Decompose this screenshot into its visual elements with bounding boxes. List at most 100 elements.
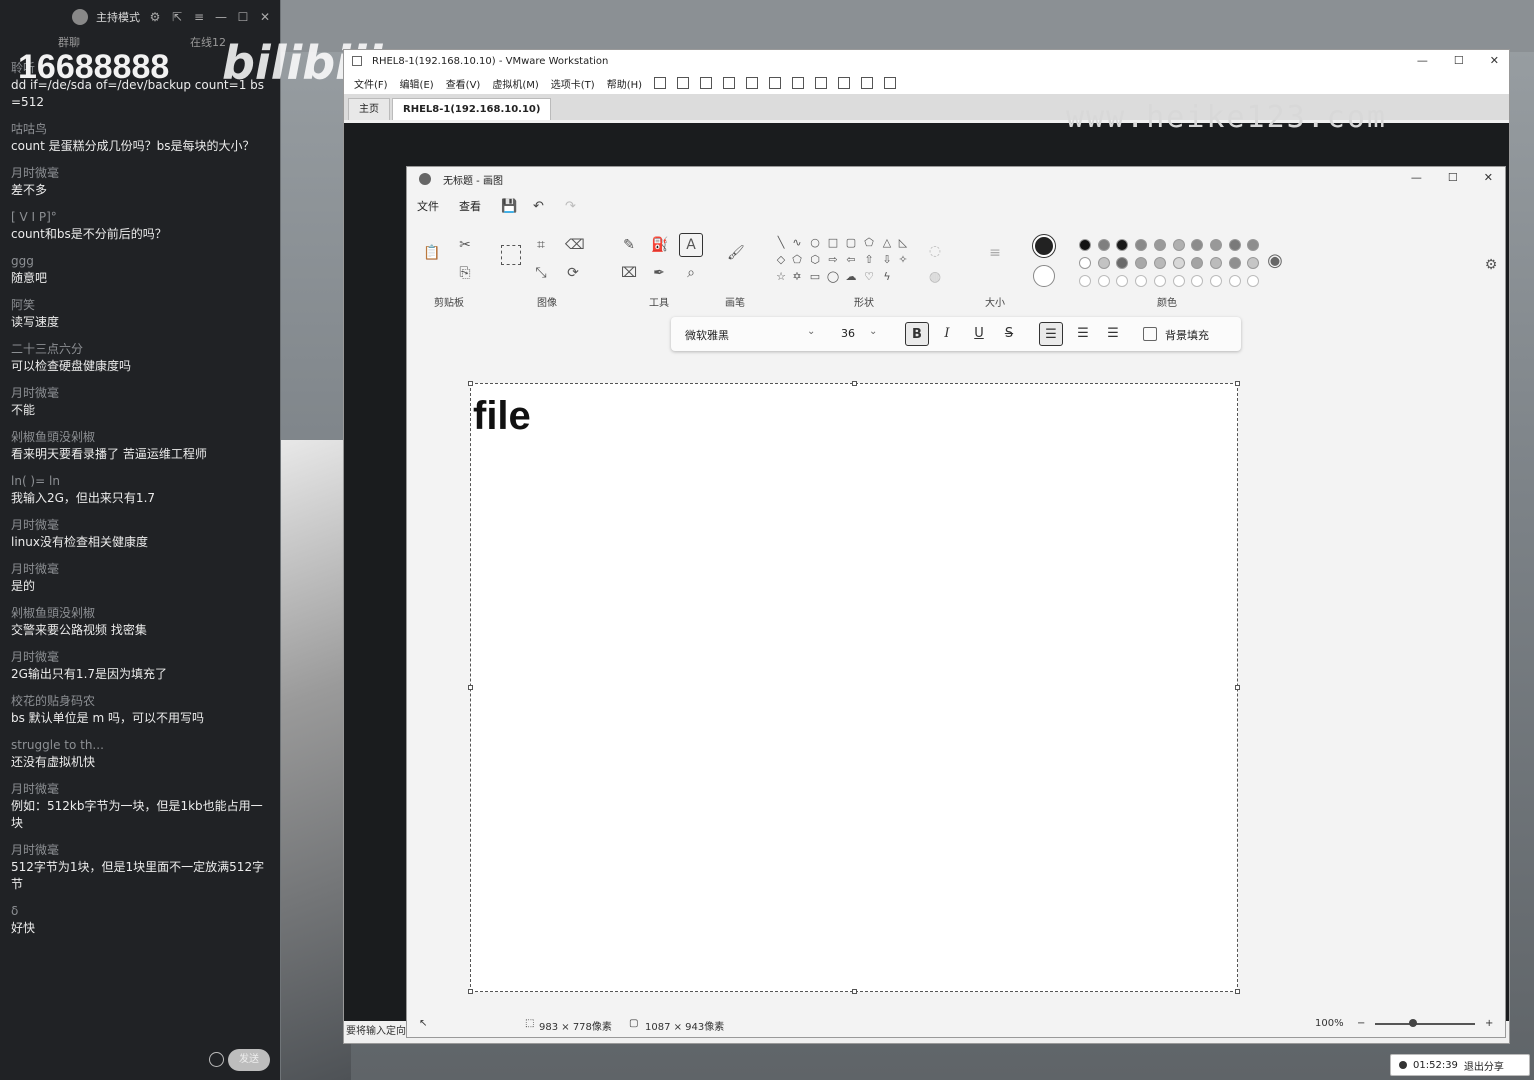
- heart-shape-icon[interactable]: ♡: [861, 269, 877, 285]
- outline-icon[interactable]: ◌: [927, 243, 943, 259]
- rounded-rect-shape-icon[interactable]: ▢: [843, 235, 859, 251]
- resize-handle[interactable]: [1235, 989, 1240, 994]
- palette-swatch[interactable]: [1228, 257, 1241, 269]
- snapshot-icon[interactable]: [700, 77, 713, 89]
- oval-shape-icon[interactable]: ○: [807, 235, 823, 251]
- menu-edit[interactable]: 编辑(E): [400, 76, 434, 91]
- custom-color-slot[interactable]: [1153, 275, 1166, 287]
- redo-icon[interactable]: ↷: [565, 199, 579, 214]
- console-icon[interactable]: [861, 77, 874, 89]
- text-tool-icon[interactable]: A: [679, 233, 703, 257]
- zoom-slider-thumb[interactable]: [1409, 1019, 1417, 1027]
- font-size-select[interactable]: 36: [841, 327, 855, 340]
- palette-swatch[interactable]: [1191, 257, 1204, 269]
- restore-snapshot-icon[interactable]: [723, 77, 736, 89]
- custom-color-slot[interactable]: [1135, 275, 1148, 287]
- chevron-down-icon[interactable]: ⌄: [807, 326, 815, 337]
- rectangle-shape-icon[interactable]: □: [825, 235, 841, 251]
- pencil-icon[interactable]: ✎: [621, 237, 637, 253]
- tab-home[interactable]: 主页: [348, 98, 390, 120]
- thumbnail-view-icon[interactable]: [792, 77, 805, 89]
- magnifier-icon[interactable]: ⌕: [683, 265, 699, 281]
- callout-oval-shape-icon[interactable]: ◯: [825, 269, 841, 285]
- palette-swatch[interactable]: [1135, 257, 1148, 269]
- copy-icon[interactable]: ⎘: [457, 265, 473, 281]
- brush-icon[interactable]: 🖌: [727, 245, 745, 261]
- palette-swatch[interactable]: [1097, 257, 1110, 269]
- align-left-icon[interactable]: ☰: [1039, 322, 1063, 346]
- close-icon[interactable]: ✕: [258, 10, 272, 24]
- arrow-left-shape-icon[interactable]: ⇦: [843, 252, 859, 268]
- send-button[interactable]: 发送: [228, 1049, 270, 1071]
- diamond-shape-icon[interactable]: ◇: [773, 252, 789, 268]
- close-icon[interactable]: ✕: [1484, 171, 1493, 184]
- custom-color-slot[interactable]: [1097, 275, 1110, 287]
- canvas-text[interactable]: file: [473, 394, 531, 439]
- edit-colors-icon[interactable]: ◉: [1267, 252, 1283, 270]
- drawing-canvas[interactable]: file: [468, 381, 1240, 994]
- resize-handle[interactable]: [1235, 381, 1240, 386]
- menu-vm[interactable]: 虚拟机(M): [492, 76, 538, 91]
- minimize-icon[interactable]: —: [1411, 171, 1422, 184]
- palette-swatch[interactable]: [1116, 239, 1129, 251]
- palette-swatch[interactable]: [1153, 257, 1166, 269]
- custom-color-slot[interactable]: [1191, 275, 1204, 287]
- palette-swatch[interactable]: [1153, 239, 1166, 251]
- settings-icon[interactable]: ⚙: [1483, 257, 1499, 273]
- menu-file[interactable]: 文件: [417, 198, 439, 214]
- close-icon[interactable]: ✕: [1490, 54, 1499, 67]
- menu-file[interactable]: 文件(F): [354, 76, 388, 91]
- settings-icon[interactable]: ⚙: [148, 10, 162, 24]
- menu-view[interactable]: 查看: [459, 198, 481, 214]
- menu-tabs[interactable]: 选项卡(T): [551, 76, 595, 91]
- palette-swatch[interactable]: [1247, 239, 1260, 251]
- exit-share-button[interactable]: 退出分享: [1464, 1058, 1504, 1073]
- palette-swatch[interactable]: [1079, 257, 1091, 269]
- menu-view[interactable]: 查看(V): [446, 76, 481, 91]
- resize-handle[interactable]: [468, 685, 473, 690]
- menu-help[interactable]: 帮助(H): [607, 76, 642, 91]
- triangle-shape-icon[interactable]: △: [879, 235, 895, 251]
- arrow-up-shape-icon[interactable]: ⇧: [861, 252, 877, 268]
- callout-rect-shape-icon[interactable]: ▭: [807, 269, 823, 285]
- palette-swatch[interactable]: [1116, 257, 1129, 269]
- custom-color-slot[interactable]: [1172, 275, 1185, 287]
- palette-swatch[interactable]: [1209, 257, 1222, 269]
- stretch-icon[interactable]: [884, 77, 897, 89]
- custom-color-slot[interactable]: [1079, 275, 1091, 287]
- color1-swatch[interactable]: [1033, 235, 1055, 257]
- star5-shape-icon[interactable]: ☆: [773, 269, 789, 285]
- tab-vm-rhel[interactable]: RHEL8-1(192.168.10.10): [392, 98, 552, 120]
- line-size-icon[interactable]: ≡: [987, 245, 1003, 261]
- palette-swatch[interactable]: [1079, 239, 1091, 251]
- unity-icon[interactable]: [838, 77, 851, 89]
- minimize-icon[interactable]: —: [214, 10, 228, 24]
- italic-button[interactable]: I: [935, 322, 959, 346]
- resize-handle[interactable]: [852, 381, 857, 386]
- emoji-icon[interactable]: [209, 1052, 224, 1067]
- snapshot-manager-icon[interactable]: [746, 77, 759, 89]
- resize-handle[interactable]: [1235, 685, 1240, 690]
- hexagon-shape-icon[interactable]: ⬡: [807, 252, 823, 268]
- eraser-icon[interactable]: ⌧: [621, 265, 637, 281]
- paste-icon[interactable]: 📋: [423, 245, 440, 261]
- arrow-right-shape-icon[interactable]: ⇨: [825, 252, 841, 268]
- zoom-in-icon[interactable]: +: [1485, 1018, 1493, 1029]
- maximize-icon[interactable]: ☐: [1454, 54, 1464, 67]
- palette-swatch[interactable]: [1209, 239, 1222, 251]
- menu-icon[interactable]: ≡: [192, 10, 206, 24]
- palette-swatch[interactable]: [1097, 239, 1110, 251]
- resize-icon[interactable]: ⤡: [533, 265, 549, 281]
- maximize-icon[interactable]: ☐: [1448, 171, 1458, 184]
- undo-icon[interactable]: ↶: [533, 199, 547, 214]
- cut-icon[interactable]: ✂: [457, 237, 473, 253]
- custom-color-slot[interactable]: [1116, 275, 1129, 287]
- pause-icon[interactable]: [654, 77, 667, 89]
- minimize-icon[interactable]: —: [1417, 54, 1428, 67]
- color-picker-icon[interactable]: ✒: [651, 265, 667, 281]
- vertical-scrollbar[interactable]: [1495, 317, 1501, 1007]
- align-right-icon[interactable]: ☰: [1101, 322, 1125, 346]
- right-triangle-shape-icon[interactable]: ◺: [895, 235, 911, 251]
- custom-color-slot[interactable]: [1228, 275, 1241, 287]
- crop-icon[interactable]: ⌗: [533, 237, 549, 253]
